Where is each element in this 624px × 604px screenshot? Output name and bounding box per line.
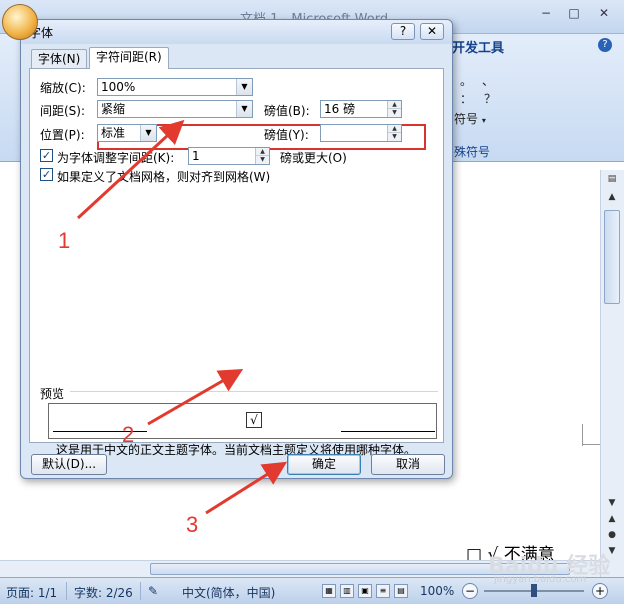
symbol-question[interactable]: ？ xyxy=(484,90,496,107)
dialog-close-button[interactable]: ✕ xyxy=(420,23,444,40)
position-value: 标准 xyxy=(101,126,126,140)
spin-up-icon[interactable]: ▲ xyxy=(388,101,401,109)
position-by-spinner[interactable]: ▲ ▼ xyxy=(320,124,402,142)
status-divider xyxy=(66,582,67,600)
annotation-number-2: 2 xyxy=(122,422,135,447)
cancel-button[interactable]: 取消 xyxy=(371,454,445,475)
grid-checkbox[interactable]: ✓ xyxy=(40,168,53,181)
print-layout-icon[interactable]: ▦ xyxy=(322,584,336,598)
scale-combo[interactable]: 100% ▼ xyxy=(97,78,253,96)
preview-description: 这是用于中文的正文主题字体。当前文档主题定义将使用哪种字体。 xyxy=(56,443,417,457)
minimize-button[interactable]: − xyxy=(534,4,558,22)
position-label: 位置(P): xyxy=(40,128,85,142)
close-window-button[interactable]: ✕ xyxy=(592,4,616,22)
select-browse-object-icon[interactable]: ● xyxy=(603,528,621,542)
spin-up-icon[interactable]: ▲ xyxy=(256,148,269,156)
chevron-down-icon[interactable]: ▼ xyxy=(140,125,156,141)
symbol-button-label: 符号 xyxy=(454,112,479,126)
kerning-spinner[interactable]: 1 ▲ ▼ xyxy=(188,147,270,165)
spacing-combo[interactable]: 紧缩 ▼ xyxy=(97,100,253,118)
zoom-out-button[interactable]: − xyxy=(462,583,478,599)
annotation-number-1: 1 xyxy=(58,228,71,253)
spacing-by-label: 磅值(B): xyxy=(264,104,310,118)
ribbon-group-label: 殊符号 xyxy=(454,145,491,159)
spin-down-icon[interactable]: ▼ xyxy=(388,109,401,117)
grid-label: 如果定义了文档网格，则对齐到网格(W) xyxy=(57,170,271,184)
status-divider xyxy=(140,582,141,600)
full-screen-reading-icon[interactable]: ▥ xyxy=(340,584,354,598)
tab-character-spacing[interactable]: 字符间距(R) xyxy=(89,47,169,69)
chevron-down-icon[interactable]: ▼ xyxy=(236,79,252,95)
tab-font[interactable]: 字体(N) xyxy=(31,49,88,69)
spacing-by-spinner[interactable]: 16 磅 ▲ ▼ xyxy=(320,100,402,118)
character-spacing-panel: 缩放(C): 100% ▼ 间距(S): 紧缩 ▼ 磅值(B): 16 磅 ▲ … xyxy=(29,68,444,457)
spinner[interactable]: ▲ ▼ xyxy=(387,101,401,117)
dialog-titlebar[interactable]: 字体 ? ✕ xyxy=(21,20,452,44)
help-icon[interactable]: ? xyxy=(598,38,612,52)
spin-down-icon[interactable]: ▼ xyxy=(256,156,269,164)
preview-line-right xyxy=(341,431,435,432)
ok-button[interactable]: 确定 xyxy=(287,454,361,475)
office-button[interactable] xyxy=(2,4,38,40)
position-by-label: 磅值(Y): xyxy=(264,128,309,142)
kerning-value: 1 xyxy=(192,149,200,163)
proofing-icon[interactable]: ✎ xyxy=(148,584,158,598)
zoom-slider-knob[interactable] xyxy=(531,584,537,597)
spacing-value: 紧缩 xyxy=(101,102,126,116)
kerning-label: 为字体调整字间距(K): xyxy=(57,151,175,165)
preview-divider xyxy=(70,391,438,392)
page-corner-mark-h xyxy=(582,444,600,445)
watermark-url: jingyan.baidu.com xyxy=(494,574,587,585)
font-dialog: 字体 ? ✕ 字体(N) 字符间距(R) 缩放(C): 100% ▼ 间距(S)… xyxy=(20,19,453,479)
position-combo[interactable]: 标准 ▼ xyxy=(97,124,157,142)
ruler-toggle-icon[interactable]: ▤ xyxy=(603,172,621,186)
web-layout-icon[interactable]: ▣ xyxy=(358,584,372,598)
zoom-level[interactable]: 100% xyxy=(420,584,454,598)
symbol-colon[interactable]: ： xyxy=(460,90,472,107)
spinner[interactable]: ▲ ▼ xyxy=(255,148,269,164)
spin-up-icon[interactable]: ▲ xyxy=(388,125,401,133)
tab-developer[interactable]: 开发工具 xyxy=(452,37,504,56)
chevron-down-icon: ▾ xyxy=(481,116,486,125)
preview-glyph: √ xyxy=(246,412,262,428)
preview-label: 预览 xyxy=(40,387,65,401)
preview-box: √ xyxy=(48,403,437,439)
outline-icon[interactable]: ≡ xyxy=(376,584,390,598)
default-button[interactable]: 默认(D)... xyxy=(31,454,107,475)
spacing-by-value: 16 磅 xyxy=(324,102,356,116)
status-language[interactable]: 中文(简体，中国) xyxy=(182,584,275,601)
maximize-button[interactable]: □ xyxy=(562,4,586,22)
spin-down-icon[interactable]: ▼ xyxy=(388,133,401,141)
symbol-period[interactable]: 。 xyxy=(460,72,472,89)
draft-icon[interactable]: ▤ xyxy=(394,584,408,598)
dialog-help-button[interactable]: ? xyxy=(391,23,415,40)
scroll-down-icon[interactable]: ▼ xyxy=(603,496,621,510)
scale-label: 缩放(C): xyxy=(40,81,86,95)
zoom-in-button[interactable]: + xyxy=(592,583,608,599)
prev-page-icon[interactable]: ▲ xyxy=(603,512,621,526)
status-page[interactable]: 页面: 1/1 xyxy=(6,584,57,601)
page-corner-mark xyxy=(582,424,583,446)
vertical-scrollbar[interactable]: ▤ ▲ ▼ ▲ ● ▼ xyxy=(600,170,624,577)
kerning-suffix: 磅或更大(O) xyxy=(280,151,347,165)
symbol-comma[interactable]: 、 xyxy=(482,72,494,89)
kerning-checkbox[interactable]: ✓ xyxy=(40,149,53,162)
scale-value: 100% xyxy=(101,80,136,94)
vertical-scroll-thumb[interactable] xyxy=(604,210,620,304)
annotation-number-3: 3 xyxy=(186,512,199,537)
spacing-label: 间距(S): xyxy=(40,104,86,118)
chevron-down-icon[interactable]: ▼ xyxy=(236,101,252,117)
scroll-up-icon[interactable]: ▲ xyxy=(603,190,621,204)
status-words[interactable]: 字数: 2/26 xyxy=(74,584,133,601)
spinner[interactable]: ▲ ▼ xyxy=(387,125,401,141)
symbol-button[interactable]: 符号 ▾ xyxy=(454,110,486,127)
